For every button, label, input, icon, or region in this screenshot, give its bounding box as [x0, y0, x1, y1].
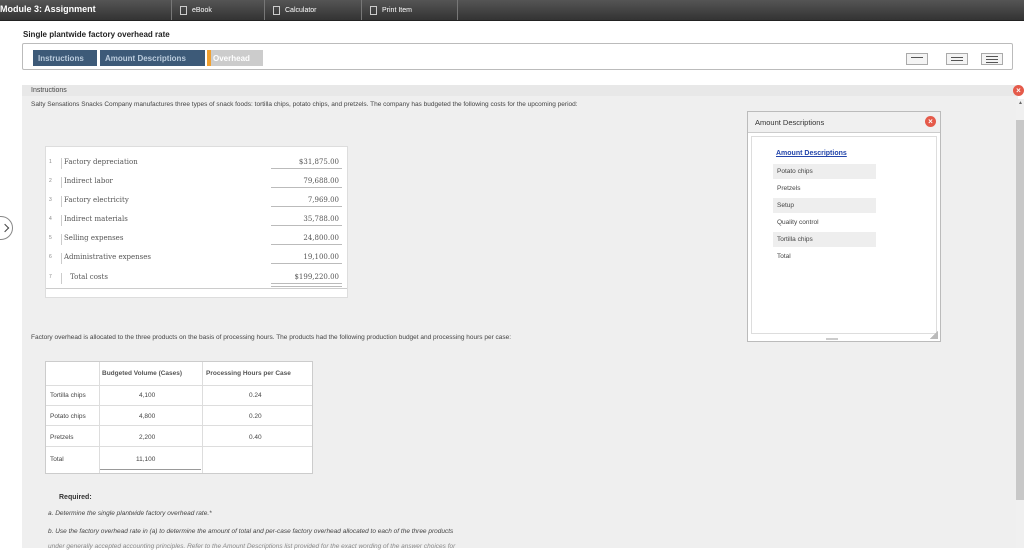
list-item[interactable]: Total — [773, 249, 876, 264]
close-panel-icon[interactable]: × — [1013, 85, 1024, 96]
volume-value: 2,200 — [139, 434, 156, 441]
cost-value: $199,220.00 — [294, 273, 339, 281]
row-number: 2 — [49, 178, 52, 184]
cost-label: Indirect materials — [61, 215, 128, 226]
tab-instructions[interactable]: Instructions — [33, 50, 97, 66]
volume-value: 4,100 — [139, 392, 156, 399]
amount-descriptions-link[interactable]: Amount Descriptions — [776, 150, 847, 157]
product-label: Total — [50, 456, 64, 463]
tab-overhead[interactable]: Overhead — [207, 50, 263, 66]
cost-value: 7,969.00 — [307, 196, 339, 204]
row-number: 7 — [49, 274, 52, 280]
print-icon — [370, 5, 377, 15]
list-item[interactable]: Setup — [773, 198, 876, 213]
warning-icon — [207, 50, 211, 66]
view-layout-three-icon[interactable] — [981, 53, 1003, 65]
required-heading: Required: — [59, 494, 92, 501]
ebook-icon — [180, 5, 187, 15]
row-number: 3 — [49, 197, 52, 203]
processing-hours-table: Budgeted Volume (Cases) Processing Hours… — [45, 361, 313, 474]
popup-scroll-handle[interactable] — [826, 338, 838, 340]
cost-value: 79,688.00 — [303, 177, 339, 185]
calculator-label: Calculator — [285, 6, 317, 14]
cost-value: 35,788.00 — [303, 215, 339, 223]
cost-label: Indirect labor — [61, 177, 113, 188]
table-row: 3 Factory electricity 7,969.00 — [46, 191, 348, 210]
volume-value: 11,100 — [136, 456, 156, 463]
row-number: 5 — [49, 235, 52, 241]
ebook-label: eBook — [192, 6, 212, 14]
required-c-text: under generally accepted accounting prin… — [48, 543, 456, 550]
view-layout-two-icon[interactable] — [946, 53, 968, 65]
product-label: Pretzels — [50, 434, 74, 441]
close-popup-icon[interactable]: × — [925, 116, 936, 127]
row-number: 4 — [49, 216, 52, 222]
module-title: Module 3: Assignment — [0, 4, 96, 14]
column-header: Budgeted Volume (Cases) — [102, 370, 183, 377]
amount-descriptions-popup[interactable]: Amount Descriptions × Amount Description… — [747, 111, 941, 342]
row-number: 1 — [49, 159, 52, 165]
list-item[interactable]: Potato chips — [773, 164, 876, 179]
table-row: 5 Selling expenses 24,800.00 — [46, 229, 348, 248]
intro-text: Salty Sensations Snacks Company manufact… — [31, 101, 578, 108]
view-layout-one-icon[interactable] — [906, 53, 928, 65]
print-item-button[interactable]: Print Item — [361, 0, 458, 20]
cost-value: 24,800.00 — [303, 234, 339, 242]
popup-title: Amount Descriptions — [755, 118, 825, 127]
cost-label: Selling expenses — [61, 234, 123, 245]
column-header: Processing Hours per Case — [206, 370, 291, 377]
table-row: 6 Administrative expenses 19,100.00 — [46, 248, 348, 267]
cost-label: Administrative expenses — [61, 253, 151, 264]
table-row: 4 Indirect materials 35,788.00 — [46, 210, 348, 229]
previous-arrow-icon[interactable] — [0, 216, 13, 240]
cost-label: Factory depreciation — [61, 158, 138, 169]
volume-value: 4,800 — [139, 413, 156, 420]
list-item[interactable]: Pretzels — [773, 181, 876, 196]
ebook-button[interactable]: eBook — [171, 0, 264, 20]
tab-instructions-label: Instructions — [38, 53, 84, 63]
cost-label: Total costs — [61, 273, 108, 284]
resize-handle-icon[interactable] — [930, 331, 938, 339]
cost-label: Factory electricity — [61, 196, 129, 207]
cost-value: 19,100.00 — [303, 253, 339, 261]
print-item-label: Print Item — [382, 6, 412, 14]
list-item[interactable]: Quality control — [773, 215, 876, 230]
scrollbar-thumb[interactable] — [1016, 120, 1024, 500]
table-row: 2 Indirect labor 79,688.00 — [46, 172, 348, 191]
scroll-up-icon[interactable]: ▲ — [1018, 100, 1023, 106]
product-label: Potato chips — [50, 413, 86, 420]
required-b-text: b. Use the factory overhead rate in (a) … — [48, 528, 454, 535]
hours-value: 0.40 — [249, 434, 262, 441]
top-toolbar: Module 3: Assignment eBook Calculator Pr… — [0, 0, 1024, 21]
table-row: 7 Total costs $199,220.00 — [46, 268, 348, 287]
required-a-text: a. Determine the single plantwide factor… — [48, 510, 212, 517]
cost-value: $31,875.00 — [298, 158, 339, 166]
allocation-text: Factory overhead is allocated to the thr… — [31, 334, 512, 341]
calculator-button[interactable]: Calculator — [264, 0, 357, 20]
tab-amount-descriptions[interactable]: Amount Descriptions — [100, 50, 205, 66]
row-number: 6 — [49, 254, 52, 260]
instructions-header-label: Instructions — [31, 87, 67, 94]
list-item[interactable]: Tortilla chips — [773, 232, 876, 247]
table-row: 1 Factory depreciation $31,875.00 — [46, 153, 348, 172]
page-title: Single plantwide factory overhead rate — [23, 30, 170, 39]
hours-value: 0.20 — [249, 413, 262, 420]
calculator-icon — [273, 5, 280, 15]
tab-amount-descriptions-label: Amount Descriptions — [105, 53, 186, 63]
hours-value: 0.24 — [249, 392, 262, 399]
tab-overhead-label: Overhead — [213, 53, 250, 63]
product-label: Tortilla chips — [50, 392, 86, 399]
popup-header[interactable]: Amount Descriptions — [748, 112, 940, 133]
tab-bar: Instructions Amount Descriptions Overhea… — [22, 43, 1013, 70]
costs-table: 1 Factory depreciation $31,875.00 2 Indi… — [45, 146, 348, 298]
